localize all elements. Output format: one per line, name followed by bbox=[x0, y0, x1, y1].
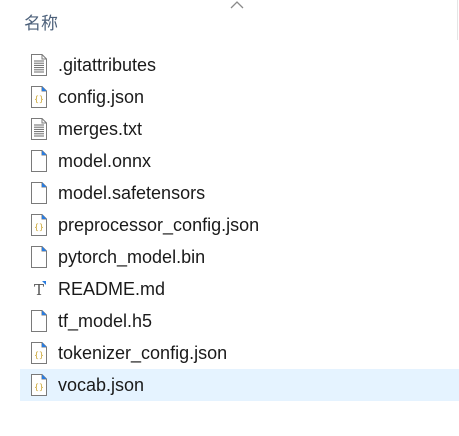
chevron-up-icon[interactable] bbox=[229, 0, 245, 10]
file-row[interactable]: {} config.json bbox=[20, 81, 459, 113]
file-row[interactable]: model.safetensors bbox=[20, 177, 459, 209]
json-file-icon: {} bbox=[31, 214, 47, 236]
file-name: config.json bbox=[58, 87, 145, 107]
file-row[interactable]: tf_model.h5 bbox=[20, 305, 459, 337]
blank-file-icon bbox=[31, 182, 47, 204]
svg-text:{}: {} bbox=[34, 223, 44, 232]
svg-text:T: T bbox=[34, 281, 44, 299]
file-name: pytorch_model.bin bbox=[58, 247, 206, 267]
json-file-icon: {} bbox=[31, 374, 47, 396]
json-file-icon: {} bbox=[31, 342, 47, 364]
file-row[interactable]: T README.md bbox=[20, 273, 459, 305]
file-row[interactable]: {} preprocessor_config.json bbox=[20, 209, 459, 241]
file-name: tf_model.h5 bbox=[58, 311, 153, 331]
blank-file-icon bbox=[31, 246, 47, 268]
text-file-icon bbox=[31, 118, 47, 140]
svg-text:{}: {} bbox=[34, 383, 44, 392]
blank-file-icon bbox=[31, 310, 47, 332]
column-divider[interactable] bbox=[457, 0, 458, 40]
file-name: .gitattributes bbox=[58, 55, 157, 75]
svg-text:{}: {} bbox=[34, 351, 44, 360]
file-row[interactable]: model.onnx bbox=[20, 145, 459, 177]
typora-file-icon: T bbox=[34, 281, 46, 299]
text-file-icon bbox=[31, 54, 47, 76]
file-row[interactable]: {} vocab.json bbox=[20, 369, 459, 401]
file-list: .gitattributes {} config.json merges.txt mod… bbox=[20, 49, 459, 401]
file-name: merges.txt bbox=[58, 119, 143, 139]
column-header-name[interactable]: 名称 bbox=[24, 9, 58, 34]
file-row[interactable]: pytorch_model.bin bbox=[20, 241, 459, 273]
file-name: vocab.json bbox=[58, 375, 145, 395]
json-file-icon: {} bbox=[31, 86, 47, 108]
file-row[interactable]: {} tokenizer_config.json bbox=[20, 337, 459, 369]
file-name: README.md bbox=[58, 279, 166, 299]
blank-file-icon bbox=[31, 150, 47, 172]
file-name: preprocessor_config.json bbox=[58, 215, 260, 235]
file-row[interactable]: merges.txt bbox=[20, 113, 459, 145]
svg-text:{}: {} bbox=[34, 95, 44, 104]
file-row[interactable]: .gitattributes bbox=[20, 49, 459, 81]
file-name: model.safetensors bbox=[58, 183, 206, 203]
file-name: tokenizer_config.json bbox=[58, 343, 228, 363]
details-header: 名称 bbox=[0, 0, 459, 40]
file-name: model.onnx bbox=[58, 151, 152, 171]
